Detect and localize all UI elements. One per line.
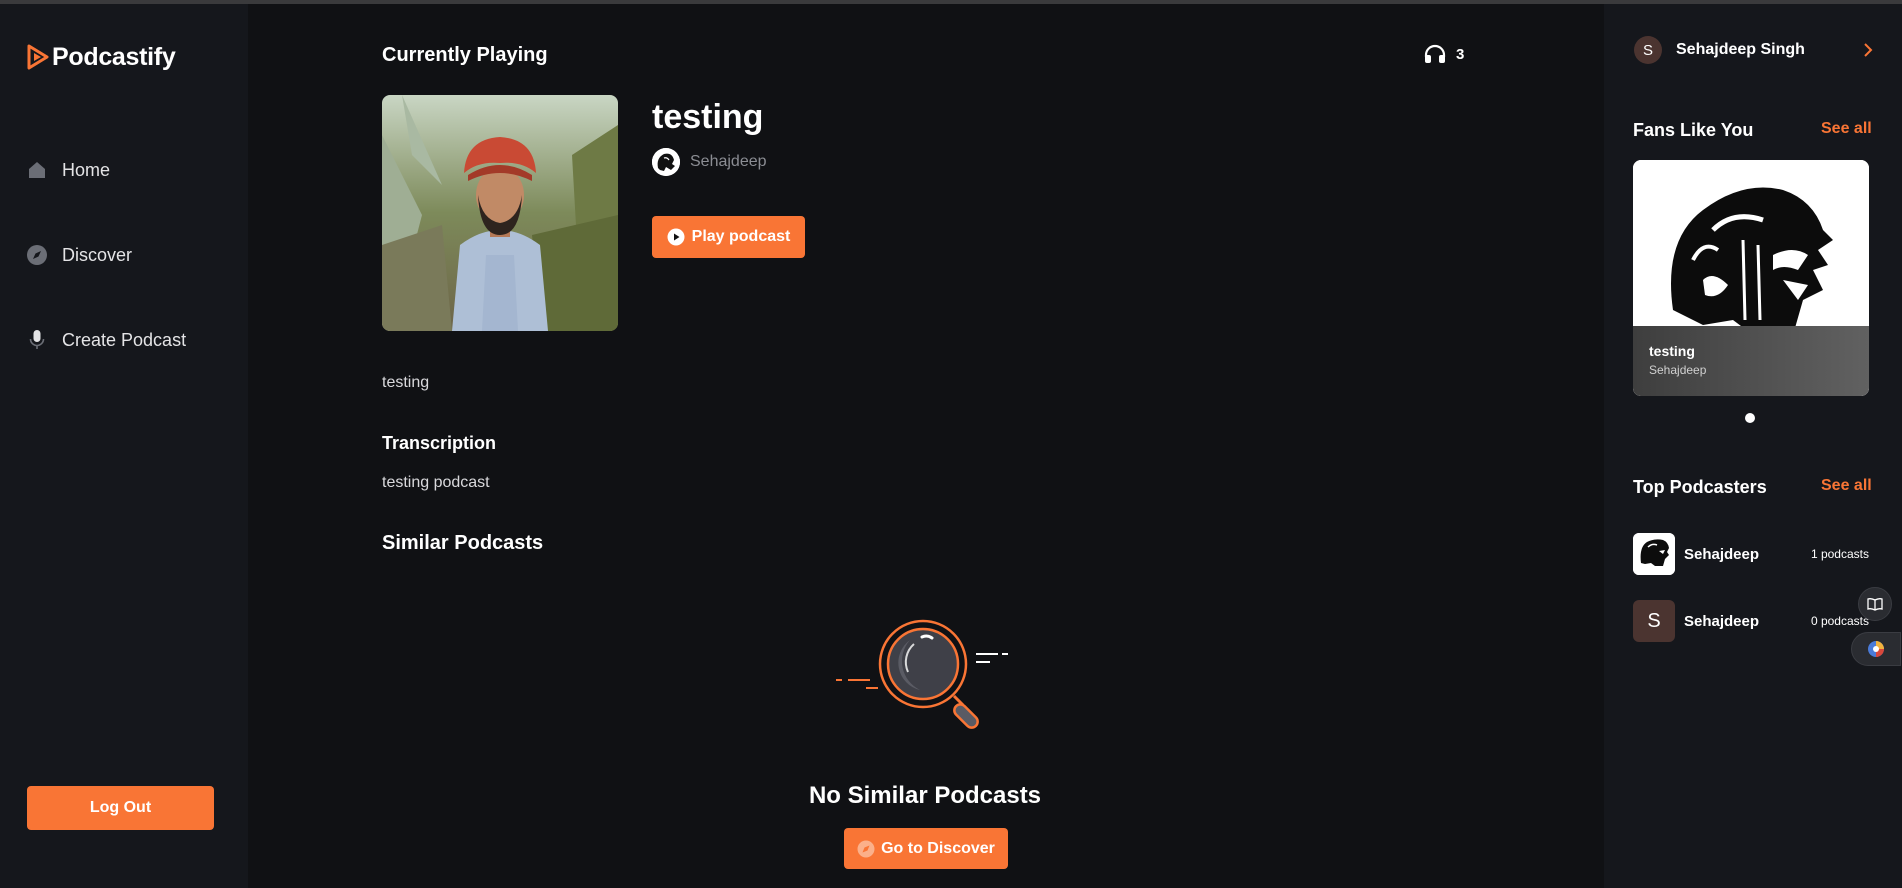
- go-to-discover-button[interactable]: Go to Discover: [844, 828, 1008, 869]
- play-podcast-label: Play podcast: [691, 228, 791, 245]
- top-podcaster-item[interactable]: S Sehajdeep 0 podcasts: [1633, 600, 1869, 642]
- microphone-icon: [26, 329, 48, 351]
- assistant-icon: [1868, 641, 1884, 657]
- podcast-description: testing: [382, 374, 430, 391]
- podcastify-logo-icon: [27, 44, 49, 70]
- play-podcast-button[interactable]: Play podcast: [652, 216, 805, 258]
- go-to-discover-label: Go to Discover: [881, 839, 995, 857]
- sidebar-item-label: Discover: [62, 244, 133, 265]
- fans-like-you-heading: Fans Like You: [1633, 120, 1754, 140]
- carousel-dot[interactable]: [1745, 413, 1755, 423]
- author-name: Sehajdeep: [690, 153, 767, 170]
- book-icon: [1867, 598, 1883, 611]
- fan-podcast-card[interactable]: testing Sehajdeep: [1633, 160, 1869, 396]
- podcaster-count: 0 podcasts: [1810, 614, 1869, 628]
- podcast-title: testing: [652, 98, 764, 136]
- sidebar-item-home[interactable]: Home: [26, 159, 110, 181]
- podcast-author[interactable]: Sehajdeep: [652, 148, 767, 176]
- assistant-button[interactable]: [1851, 632, 1901, 666]
- app-name: Podcastify: [52, 42, 176, 71]
- user-name: Sehajdeep Singh: [1676, 41, 1805, 58]
- sidebar-item-label: Create Podcast: [62, 329, 187, 350]
- logout-button[interactable]: Log Out: [27, 786, 214, 830]
- podcaster-name: Sehajdeep: [1684, 545, 1760, 563]
- transcription-text: testing podcast: [382, 474, 490, 491]
- no-similar-podcasts-title: No Similar Podcasts: [808, 782, 1042, 809]
- user-avatar: S: [1634, 36, 1662, 64]
- listen-count: 3: [1424, 44, 1464, 64]
- similar-podcasts-heading: Similar Podcasts: [382, 532, 544, 554]
- top-podcaster-item[interactable]: Sehajdeep 1 podcasts: [1633, 533, 1869, 575]
- app-logo[interactable]: Podcastify: [26, 42, 176, 72]
- fans-see-all-link[interactable]: See all: [1821, 120, 1872, 138]
- sidebar-item-discover[interactable]: Discover: [26, 244, 132, 266]
- author-avatar: [652, 148, 680, 176]
- reader-mode-button[interactable]: [1858, 587, 1892, 621]
- compass-icon: [26, 244, 48, 266]
- fan-card-overlay: [1633, 326, 1869, 396]
- sidebar-item-create-podcast[interactable]: Create Podcast: [26, 329, 186, 351]
- left-sidebar: Podcastify Home Discover Create Podcast …: [0, 4, 248, 888]
- podcast-cover-image: [382, 95, 618, 331]
- top-podcasters-see-all-link[interactable]: See all: [1821, 477, 1872, 495]
- currently-playing-heading: Currently Playing: [382, 44, 548, 66]
- compass-icon: [857, 840, 875, 857]
- transcription-heading: Transcription: [382, 433, 497, 453]
- podcaster-name: Sehajdeep: [1684, 612, 1760, 630]
- lion-logo-avatar: [1633, 533, 1675, 575]
- fan-card-author: Sehajdeep: [1649, 363, 1707, 377]
- podcaster-count: 1 podcasts: [1810, 547, 1869, 561]
- sidebar-item-label: Home: [62, 159, 111, 180]
- headphones-icon: [1424, 44, 1446, 63]
- empty-search-icon: [830, 610, 1012, 730]
- chevron-right-icon: [1864, 43, 1873, 57]
- play-circle-icon: [667, 228, 685, 246]
- fan-card-title: testing: [1649, 343, 1695, 359]
- home-icon: [26, 159, 48, 181]
- podcaster-initial-avatar: S: [1633, 600, 1675, 642]
- user-profile-link[interactable]: S Sehajdeep Singh: [1634, 36, 1874, 64]
- top-podcasters-heading: Top Podcasters: [1633, 477, 1767, 497]
- listen-count-value: 3: [1456, 45, 1465, 63]
